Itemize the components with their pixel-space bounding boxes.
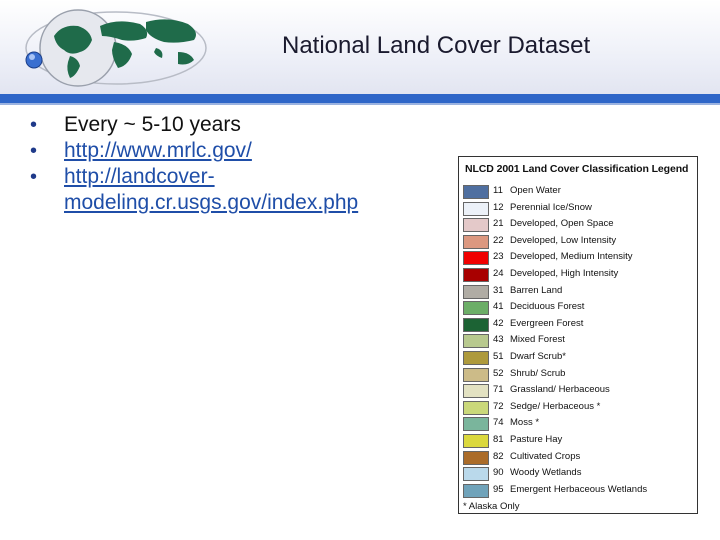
legend-entry: 24 Developed, High Intensity [463,267,695,284]
legend-swatch [463,483,489,498]
legend-code: 95 [493,483,504,495]
legend-entry: 22 Developed, Low Intensity [463,234,695,251]
legend-swatch [463,417,489,432]
legend-label: Perennial Ice/Snow [510,201,592,213]
legend-code: 71 [493,384,504,396]
legend-entry: 42 Evergreen Forest [463,317,695,334]
legend-entry: 23 Developed, Medium Intensity [463,250,695,267]
legend-swatch [463,185,489,199]
legend-entry: 31 Barren Land [463,284,695,301]
legend-swatch [463,433,489,448]
legend-rows: 11 Open Water 12 Perennial Ice/Snow 21 Develo… [463,184,695,499]
legend-label: Barren Land [510,284,563,296]
landcover-modeling-link[interactable]: http://landcover-modeling.cr.usgs.gov/in… [64,165,358,214]
legend-swatch [463,400,489,415]
legend-swatch [463,350,489,365]
legend-label: Open Water [510,185,561,196]
slide-title: National Land Cover Dataset [282,32,591,59]
legend-entry: 90 Woody Wetlands [463,466,695,483]
legend-code: 31 [493,284,504,296]
nlcd-legend-image: NLCD 2001 Land Cover Classification Lege… [458,156,698,514]
globe-logo-icon [25,9,207,87]
legend-label: Shrub/ Scrub [510,367,566,379]
legend-entry: 72 Sedge/ Herbaceous * [463,400,695,417]
legend-label: Developed, High Intensity [510,267,619,279]
legend-title: NLCD 2001 Land Cover Classification Lege… [465,163,689,175]
legend-swatch [463,450,489,465]
legend-code: 11 [493,185,503,196]
legend-code: 24 [493,267,504,279]
legend-label: Developed, Medium Intensity [510,251,633,263]
legend-label: Emergent Herbaceous Wetlands [510,483,648,495]
legend-swatch [463,317,489,332]
legend-swatch [463,334,489,349]
legend-label: Dwarf Scrub* [510,350,566,362]
legend-swatch [463,384,489,399]
legend-code: 23 [493,251,504,263]
legend-code: 82 [493,450,504,462]
legend-swatch [463,267,489,282]
legend-entry: 74 Moss * [463,416,695,433]
legend-swatch [463,367,489,382]
legend-entry: 51 Dwarf Scrub* [463,350,695,367]
legend-entry: 11 Open Water [463,184,695,201]
bullet-text: Every ~ 5-10 years [64,113,241,136]
legend-code: 72 [493,400,504,412]
legend-code: 42 [493,317,504,329]
legend-swatch [463,201,489,216]
legend-footnote: * Alaska Only [463,501,520,512]
legend-code: 90 [493,467,504,479]
legend-code: 51 [493,350,504,362]
legend-code: 52 [493,367,504,379]
header-accent-bar [0,94,720,103]
legend-label: Sedge/ Herbaceous * [510,400,601,412]
legend-swatch [463,218,489,233]
legend-label: Woody Wetlands [510,467,582,479]
bullet-dot-icon: • [30,114,38,136]
legend-entry: 52 Shrub/ Scrub [463,367,695,384]
legend-entry: 43 Mixed Forest [463,333,695,350]
legend-label: Evergreen Forest [510,317,584,329]
bullet-dot-icon: • [30,140,38,162]
legend-label: Developed, Open Space [510,218,614,230]
legend-label: Grassland/ Herbaceous [510,384,610,396]
legend-label: Mixed Forest [510,334,565,346]
bullet-list: • Every ~ 5-10 years • http://www.mrlc.g… [30,112,430,216]
legend-swatch [463,234,489,249]
legend-label: Moss * [510,417,540,429]
legend-code: 81 [493,433,504,445]
legend-entry: 81 Pasture Hay [463,433,695,450]
legend-label: Deciduous Forest [510,301,585,313]
header-accent-underline [0,103,720,105]
legend-code: 22 [493,234,504,246]
bullet-item: • http://www.mrlc.gov/ [30,138,430,164]
legend-entry: 41 Deciduous Forest [463,300,695,317]
legend-code: 12 [493,201,504,213]
legend-label: Pasture Hay [510,433,563,445]
legend-label: Developed, Low Intensity [510,234,617,246]
slide-header: National Land Cover Dataset [0,0,720,94]
bullet-item: • Every ~ 5-10 years [30,112,430,138]
legend-swatch [463,467,489,482]
mrlc-link[interactable]: http://www.mrlc.gov/ [64,139,252,162]
legend-code: 43 [493,334,504,346]
legend-entry: 95 Emergent Herbaceous Wetlands [463,483,695,500]
legend-entry: 71 Grassland/ Herbaceous [463,383,695,400]
legend-swatch [463,251,489,266]
legend-entry: 21 Developed, Open Space [463,217,695,234]
legend-entry: 82 Cultivated Crops [463,450,695,467]
legend-code: 21 [493,218,504,230]
bullet-dot-icon: • [30,166,38,188]
bullet-item: • http://landcover-modeling.cr.usgs.gov/… [30,164,430,216]
legend-swatch [463,284,489,299]
legend-code: 74 [493,417,504,429]
legend-code: 41 [493,301,504,313]
legend-entry: 12 Perennial Ice/Snow [463,201,695,218]
legend-label: Cultivated Crops [510,450,581,462]
legend-swatch [463,301,489,316]
